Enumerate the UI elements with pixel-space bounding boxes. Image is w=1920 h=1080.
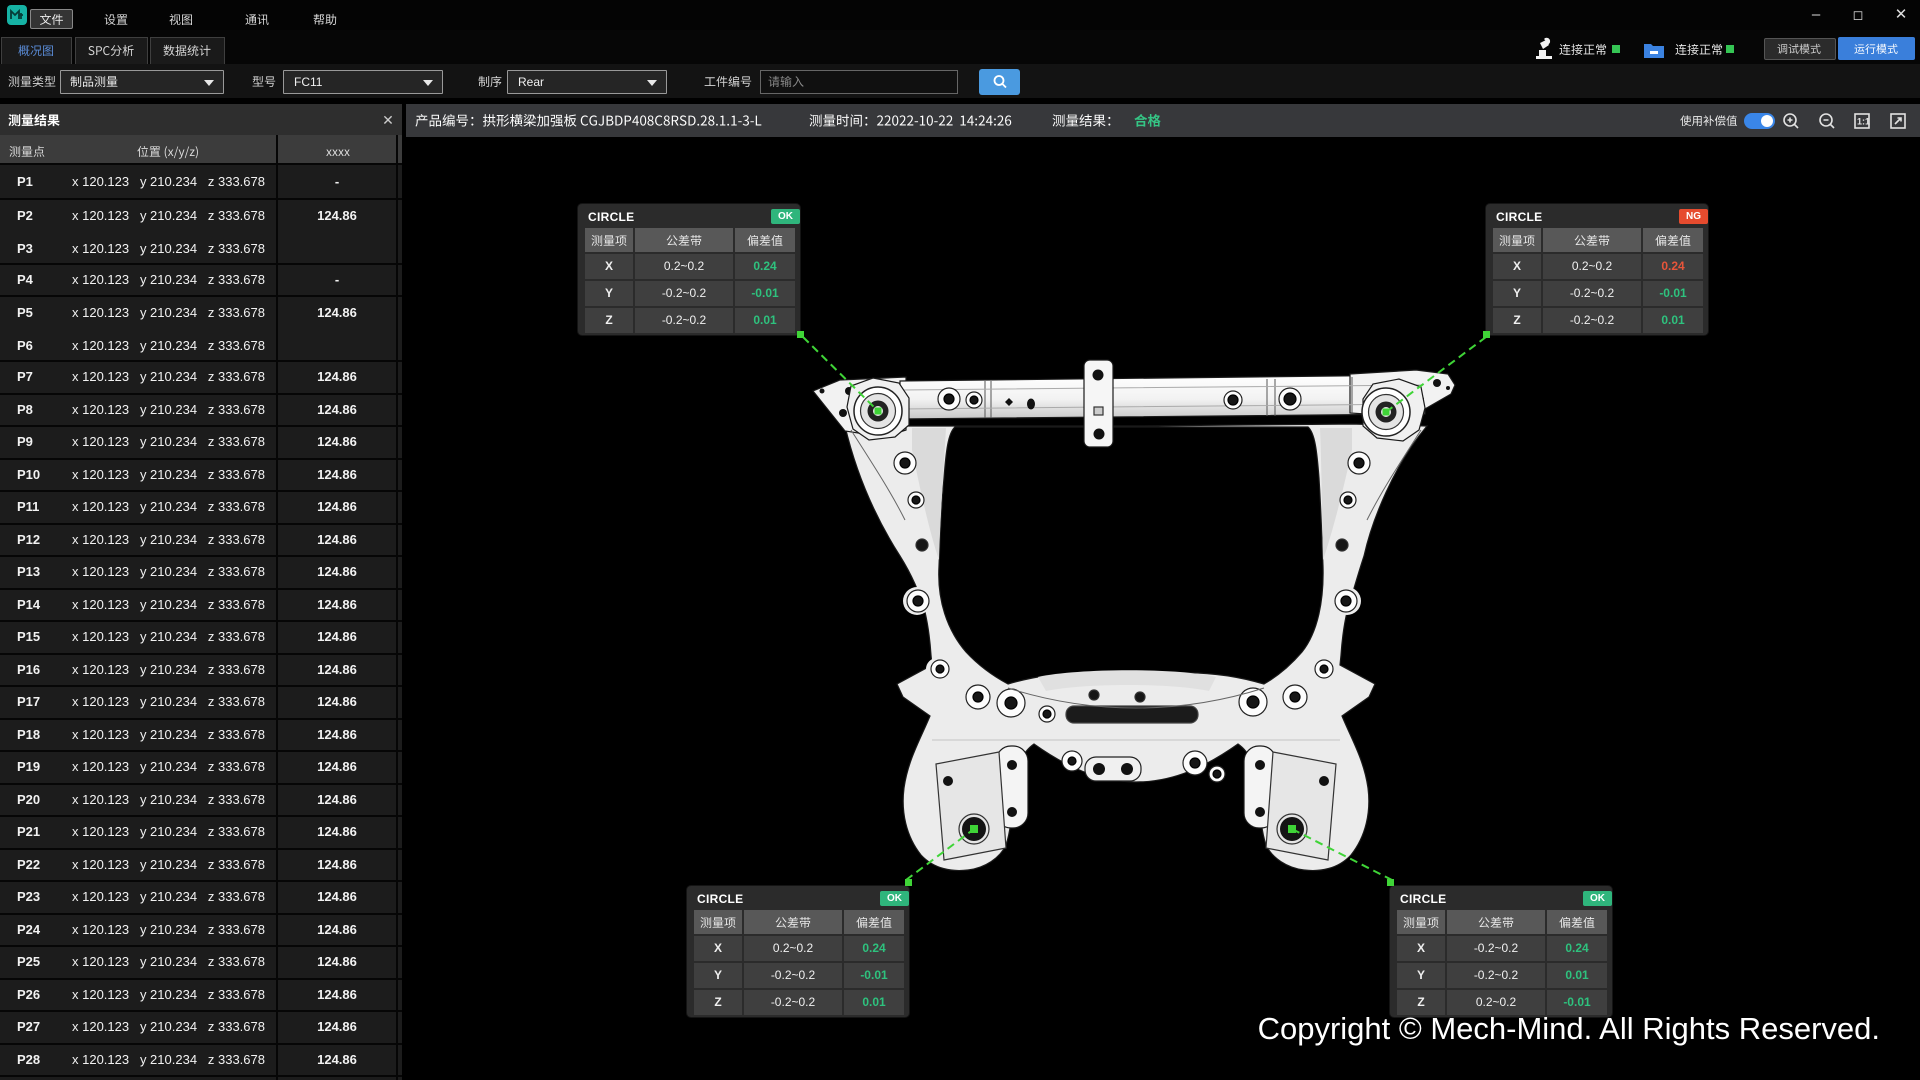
- svg-text:1:1: 1:1: [1857, 117, 1870, 127]
